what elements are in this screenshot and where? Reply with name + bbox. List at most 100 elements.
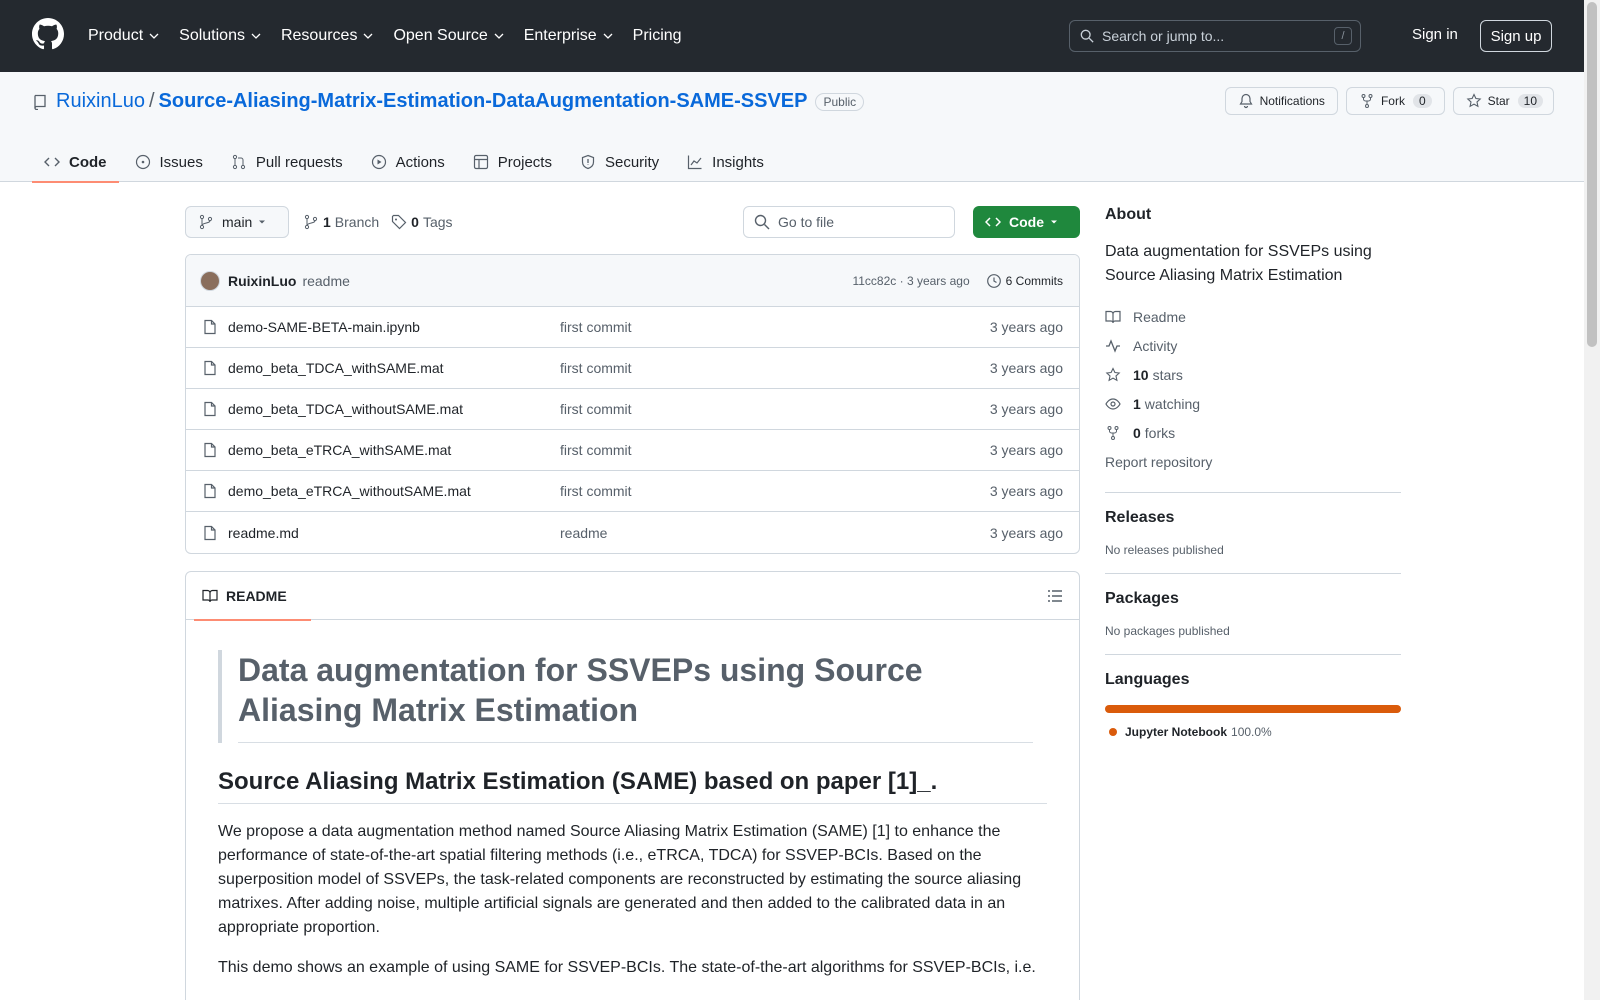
caret-down-icon: [259, 220, 265, 224]
divider: [1105, 492, 1401, 493]
branches-link[interactable]: 1 Branch: [303, 214, 379, 230]
file-row[interactable]: demo_beta_TDCA_withSAME.mat first commit…: [186, 348, 1079, 389]
eye-icon: [1105, 397, 1121, 410]
fork-button[interactable]: Fork 0: [1345, 87, 1445, 115]
divider: [1105, 654, 1401, 655]
graph-icon: [688, 155, 702, 170]
about-title: About: [1105, 206, 1152, 223]
file-name[interactable]: demo_beta_eTRCA_withSAME.mat: [228, 442, 560, 458]
sign-up-button[interactable]: Sign up: [1480, 20, 1552, 52]
packages-title[interactable]: Packages: [1105, 590, 1401, 608]
avatar[interactable]: [200, 270, 220, 291]
file-commit-message[interactable]: first commit: [560, 319, 632, 335]
releases-title[interactable]: Releases: [1105, 509, 1401, 527]
nav-resources[interactable]: Resources: [281, 27, 373, 45]
stars-link[interactable]: 10 stars: [1105, 360, 1401, 389]
file-commit-message[interactable]: readme: [560, 525, 607, 541]
tab-projects[interactable]: Projects: [461, 142, 564, 182]
file-name[interactable]: demo_beta_TDCA_withoutSAME.mat: [228, 401, 560, 417]
file-name[interactable]: readme.md: [228, 525, 560, 541]
visibility-badge: Public: [815, 92, 865, 111]
nav-label: Solutions: [179, 27, 245, 44]
tab-label: Insights: [712, 153, 764, 171]
file-row[interactable]: demo-SAME-BETA-main.ipynb first commit 3…: [186, 307, 1079, 348]
nav-product[interactable]: Product: [88, 27, 159, 45]
forks-link[interactable]: 0 forks: [1105, 418, 1401, 447]
readme-heading-2: Source Aliasing Matrix Estimation (SAME)…: [218, 767, 1047, 804]
file-name[interactable]: demo-SAME-BETA-main.ipynb: [228, 319, 560, 335]
releases-empty: No releases published: [1105, 543, 1224, 557]
file-commit-message[interactable]: first commit: [560, 401, 632, 417]
tag-icon: [392, 214, 407, 230]
code-button-label: Code: [1009, 214, 1044, 230]
code-icon: [985, 217, 1001, 227]
languages-title: Languages: [1105, 671, 1190, 688]
main-content: main 1 Branch 0 Tags Go to file Code Rui…: [185, 206, 1080, 1000]
branch-count-label: Branch: [334, 214, 380, 230]
notifications-label: Notifications: [1259, 94, 1325, 108]
repo-meta: 1 Branch 0 Tags: [303, 214, 453, 230]
go-to-file-input[interactable]: Go to file: [743, 206, 955, 238]
commit-sha-time[interactable]: 11cc82c · 3 years ago: [852, 274, 969, 288]
readme-tab[interactable]: README: [194, 572, 311, 621]
tag-count-label: Tags: [422, 214, 453, 230]
nav-solutions[interactable]: Solutions: [179, 27, 261, 45]
link-label: Activity: [1133, 337, 1178, 354]
commit-author[interactable]: RuixinLuo: [228, 273, 296, 289]
nav-pricing[interactable]: Pricing: [633, 27, 682, 45]
file-row[interactable]: demo_beta_eTRCA_withSAME.mat first commi…: [186, 430, 1079, 471]
scrollbar-thumb[interactable]: [1587, 2, 1597, 347]
outline-list-icon[interactable]: [1047, 588, 1063, 604]
readme-tab-label: README: [226, 587, 287, 604]
file-commit-message[interactable]: first commit: [560, 442, 632, 458]
file-name[interactable]: demo_beta_eTRCA_withoutSAME.mat: [228, 483, 560, 499]
fork-icon: [1107, 425, 1119, 440]
readme-link[interactable]: Readme: [1105, 302, 1401, 331]
language-bar: [1105, 705, 1401, 713]
language-item[interactable]: Jupyter Notebook 100.0%: [1105, 725, 1401, 739]
search-input[interactable]: Search or jump to... /: [1069, 20, 1361, 52]
repo-owner-link[interactable]: RuixinLuo: [56, 90, 145, 113]
commits-link[interactable]: 6 Commits: [986, 273, 1063, 289]
commit-message[interactable]: readme: [302, 273, 349, 289]
branch-icon: [304, 214, 318, 230]
file-row[interactable]: demo_beta_TDCA_withoutSAME.mat first com…: [186, 389, 1079, 430]
nav-open-source[interactable]: Open Source: [393, 27, 504, 45]
search-placeholder: Search or jump to...: [1102, 28, 1225, 44]
file-commit-message[interactable]: first commit: [560, 360, 632, 376]
nav-label: Enterprise: [523, 27, 597, 44]
file-list: RuixinLuo readme 11cc82c · 3 years ago 6…: [185, 254, 1080, 554]
code-dropdown-button[interactable]: Code: [973, 206, 1080, 238]
tags-link[interactable]: 0 Tags: [391, 214, 453, 230]
link-label: stars: [1152, 366, 1183, 383]
branch-select[interactable]: main: [185, 206, 289, 238]
nav-enterprise[interactable]: Enterprise: [524, 27, 613, 45]
tab-pull-requests[interactable]: Pull requests: [219, 142, 355, 182]
github-logo-icon[interactable]: [32, 18, 64, 50]
page-scrollbar[interactable]: [1584, 0, 1600, 1000]
report-repository-link[interactable]: Report repository: [1105, 447, 1401, 476]
readme-body: Data augmentation for SSVEPs using Sourc…: [186, 620, 1079, 980]
watchers-link[interactable]: 1 watching: [1105, 389, 1401, 418]
file-row[interactable]: readme.md readme 3 years ago: [186, 512, 1079, 553]
activity-link[interactable]: Activity: [1105, 331, 1401, 360]
about-sidebar: About Data augmentation for SSVEPs using…: [1105, 206, 1401, 739]
file-row[interactable]: demo_beta_eTRCA_withoutSAME.mat first co…: [186, 471, 1079, 512]
repo-name-link[interactable]: Source-Aliasing-Matrix-Estimation-DataAu…: [159, 90, 808, 113]
tab-actions[interactable]: Actions: [359, 142, 457, 182]
tab-security[interactable]: Security: [568, 142, 671, 182]
tab-issues[interactable]: Issues: [123, 142, 215, 182]
link-label: forks: [1144, 424, 1176, 441]
file-name[interactable]: demo_beta_TDCA_withSAME.mat: [228, 360, 560, 376]
star-button[interactable]: Star 10: [1452, 87, 1554, 115]
tab-code[interactable]: Code: [32, 142, 119, 183]
repo-tabs: Code Issues Pull requests Actions Projec…: [32, 142, 780, 183]
tab-insights[interactable]: Insights: [675, 142, 776, 182]
go-to-file-placeholder: Go to file: [778, 214, 835, 230]
language-color-dot: [1109, 728, 1117, 736]
chevron-down-icon: [494, 33, 504, 39]
sign-in-link[interactable]: Sign in: [1412, 26, 1458, 43]
file-commit-message[interactable]: first commit: [560, 483, 632, 499]
book-icon: [1105, 310, 1121, 323]
notifications-button[interactable]: Notifications: [1224, 87, 1338, 115]
